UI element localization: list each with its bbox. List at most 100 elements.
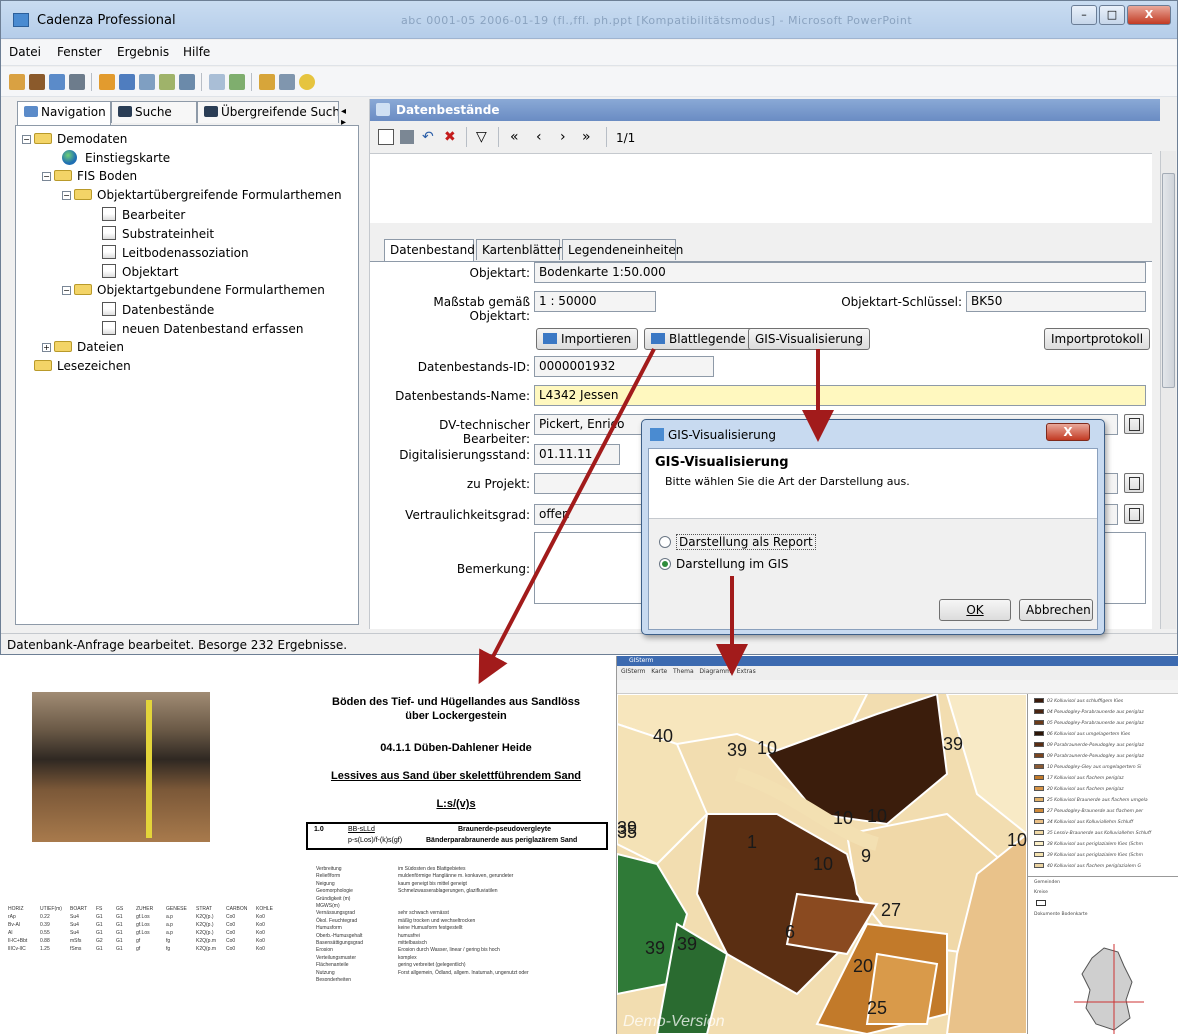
menu-hilfe[interactable]: Hilfe (183, 45, 210, 59)
vertical-scrollbar[interactable] (1160, 151, 1176, 629)
table-cell: K2Q(p.) (196, 930, 214, 936)
menu-datei[interactable]: Datei (9, 45, 41, 59)
last-record-button[interactable]: » (582, 129, 591, 145)
tab-uebergreifende-suche[interactable]: Übergreifende Suche (197, 101, 339, 123)
user-icon[interactable] (99, 74, 115, 90)
save-icon[interactable] (400, 130, 414, 144)
tree-node-bearbeiter[interactable]: Bearbeiter (102, 207, 185, 222)
menu-ergebnis[interactable]: Ergebnis (117, 45, 169, 59)
schluessel-field[interactable]: BK50 (966, 291, 1146, 312)
scrollbar-thumb[interactable] (1162, 173, 1175, 388)
radio-button[interactable] (659, 536, 671, 548)
report-meta-value: mäßig trocken und wechseltrocken (398, 917, 476, 924)
ok-button[interactable]: OK (939, 599, 1011, 621)
report-meta-value: keine Humusform festgestellt (398, 925, 463, 932)
title-bar: Cadenza Professional abc 0001-05 2006-01… (1, 1, 1177, 39)
blattlegende-button[interactable]: Blattlegende (644, 328, 753, 350)
tree-node-datenbestaende[interactable]: Datenbestände (102, 302, 214, 317)
gis-menu-item[interactable]: GISterm (621, 668, 645, 675)
collapse-icon[interactable] (69, 74, 85, 90)
tab-legendeneinheiten[interactable]: Legendeneinheiten (562, 239, 683, 260)
tree-node-objektartuebergreifend[interactable]: − Objektartübergreifende Formularthemen (62, 188, 342, 202)
projekt-lookup-icon[interactable] (1124, 473, 1144, 493)
datenbestands-id-field[interactable]: 0000001932 (534, 356, 714, 377)
radio-button-selected[interactable] (659, 558, 671, 570)
filter-icon[interactable] (259, 74, 275, 90)
table-icon[interactable] (179, 74, 195, 90)
table-cell: fg (166, 938, 171, 944)
radio-report[interactable]: Darstellung als Report (659, 534, 816, 550)
tab-suche[interactable]: Suche (111, 101, 197, 123)
delete-icon[interactable]: ✖ (444, 129, 456, 145)
settings-icon[interactable] (279, 74, 295, 90)
importieren-button[interactable]: Importieren (536, 328, 639, 350)
close-button[interactable]: X (1127, 5, 1171, 25)
tab-datenbestand[interactable]: Datenbestand (384, 239, 475, 262)
tree-node-substrateinheit[interactable]: Substrateinheit (102, 226, 214, 241)
expander-icon[interactable]: − (22, 135, 31, 144)
dialog-header: GIS-Visualisierung Bitte wählen Sie die … (649, 449, 1097, 519)
binoculars-icon[interactable] (29, 74, 45, 90)
table-header-cell: UTIEF(m) (40, 906, 62, 912)
vertraulichkeit-lookup-icon[interactable] (1124, 504, 1144, 524)
undo-icon[interactable]: ↶ (422, 129, 434, 145)
expander-icon[interactable]: + (42, 343, 51, 352)
legend-name-b: Bänderparabraunerde aus periglazärem San… (426, 837, 578, 844)
prev-record-button[interactable]: ‹ (536, 129, 542, 145)
objektart-field[interactable]: Bodenkarte 1:50.000 (534, 262, 1146, 283)
tree-node-leitbodenassoziation[interactable]: Leitbodenassoziation (102, 245, 249, 260)
new-record-icon[interactable] (378, 129, 394, 145)
tree-node-neuen-datenbestand[interactable]: neuen Datenbestand erfassen (102, 321, 303, 336)
abbrechen-button[interactable]: Abbrechen (1019, 599, 1093, 621)
help-icon[interactable] (299, 74, 315, 90)
menu-fenster[interactable]: Fenster (57, 45, 102, 59)
chart-icon[interactable] (159, 74, 175, 90)
report-subtitle: 04.1.1 Düben-Dahlener Heide (380, 742, 532, 754)
gis-legend: 03 Kolluvisol aus schluffigem Kies 04 Pse… (1027, 694, 1178, 1034)
digitalisierungsstand-field[interactable]: 01.11.11 (534, 444, 620, 465)
report-meta-value: komplex (398, 954, 417, 961)
refresh-icon[interactable] (229, 74, 245, 90)
expander-icon[interactable]: − (62, 286, 71, 295)
map-unit-label: 39 (677, 934, 697, 954)
maximize-button[interactable]: □ (1099, 5, 1125, 25)
minimize-button[interactable]: – (1071, 5, 1097, 25)
report-meta-label: Flächenanteile (316, 962, 349, 969)
soil-map[interactable]: 4039 1039 10 10110 939627202535393910 Demo-V… (617, 694, 1027, 1034)
filter-icon[interactable]: ▽ (476, 129, 487, 145)
tab-kartenblaetter[interactable]: Kartenblätter (476, 239, 562, 260)
gis-visualisierung-button[interactable]: GIS-Visualisierung (748, 328, 870, 350)
tab-navigation[interactable]: Navigation (17, 101, 111, 125)
legend-item: 06 Kolluvisol aus umgelagertem Kies (1034, 731, 1130, 737)
first-record-button[interactable]: « (510, 129, 519, 145)
tree-node-fis-boden[interactable]: − FIS Boden (42, 169, 137, 183)
report-meta-label: Basensättigungsgrad (316, 940, 363, 946)
expander-icon[interactable]: − (62, 191, 71, 200)
tree-node-objektart[interactable]: Objektart (102, 264, 178, 279)
datenbestands-name-field[interactable]: L4342 Jessen (534, 385, 1146, 406)
tree-node-demodaten[interactable]: − Demodaten (22, 132, 127, 146)
gis-menu-item[interactable]: Thema (673, 668, 694, 675)
expander-icon[interactable]: − (42, 172, 51, 181)
dialog-close-button[interactable]: X (1046, 423, 1090, 441)
gis-menu-item[interactable]: Extras (737, 668, 756, 675)
massstab-field[interactable]: 1 : 50000 (534, 291, 656, 312)
home-icon[interactable] (9, 74, 25, 90)
import-icon (543, 333, 557, 344)
tree-node-dateien[interactable]: + Dateien (42, 340, 124, 354)
objektart-label: Objektart: (469, 266, 530, 280)
tree-icon[interactable] (49, 74, 65, 90)
search-doc-icon[interactable] (119, 74, 135, 90)
tree-node-lesezeichen[interactable]: Lesezeichen (34, 359, 131, 373)
tree2-icon[interactable] (209, 74, 225, 90)
legend-swatch (1034, 698, 1044, 703)
radio-gis[interactable]: Darstellung im GIS (659, 557, 788, 571)
bearbeiter-lookup-icon[interactable] (1124, 414, 1144, 434)
tree-node-objektartgebunden[interactable]: − Objektartgebundene Formularthemen (62, 283, 325, 297)
gis-menu-item[interactable]: Diagramm (699, 668, 731, 675)
gis-menu-item[interactable]: Karte (651, 668, 667, 675)
zoom-doc-icon[interactable] (139, 74, 155, 90)
importprotokoll-button[interactable]: Importprotokoll (1044, 328, 1151, 350)
tree-node-einstiegskarte[interactable]: Einstiegskarte (62, 150, 170, 165)
next-record-button[interactable]: › (560, 129, 566, 145)
